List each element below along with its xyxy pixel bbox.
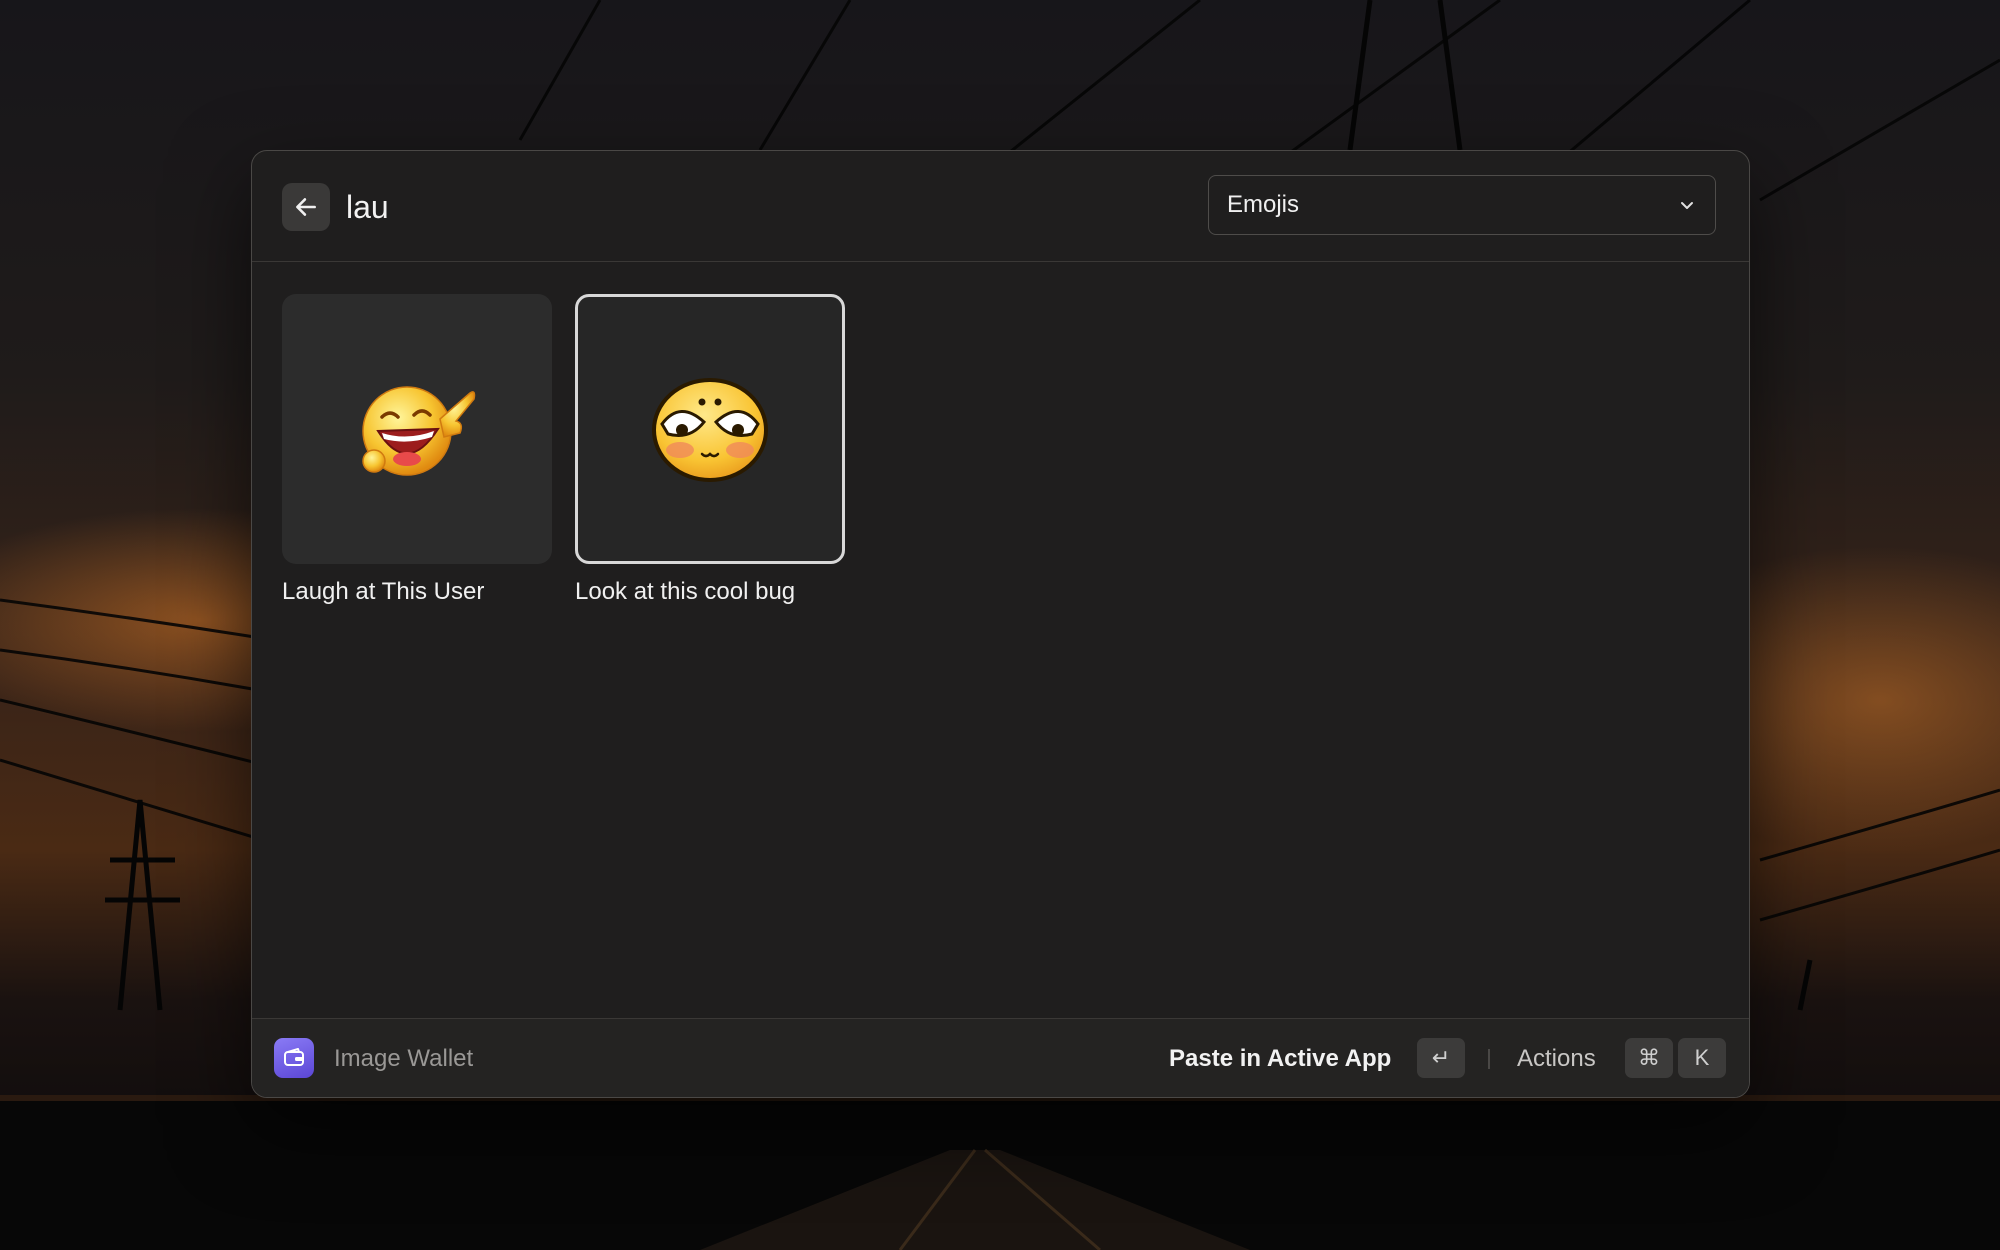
chevron-down-icon xyxy=(1681,202,1693,209)
search-input[interactable] xyxy=(346,179,846,235)
app-name: Image Wallet xyxy=(334,1045,474,1072)
grid-item[interactable]: Laugh at This User xyxy=(282,294,552,606)
actions-button[interactable]: Actions xyxy=(1517,1045,1596,1073)
arrow-left-icon xyxy=(296,198,316,216)
action-bar: Image Wallet Paste in Active App ↵ Actio… xyxy=(252,1018,1749,1097)
item-label: Look at this cool bug xyxy=(575,578,796,605)
divider xyxy=(1488,1049,1490,1069)
image-tile[interactable] xyxy=(282,294,552,564)
command-key-hint: ⌘ xyxy=(1625,1038,1673,1078)
image-wallet-window: Emojis xyxy=(251,150,1750,1098)
dropdown-selected-label: Emojis xyxy=(1227,191,1300,218)
paste-in-active-app-button[interactable]: Paste in Active App xyxy=(1169,1045,1391,1073)
image-tile-selected[interactable] xyxy=(575,294,845,564)
category-dropdown[interactable]: Emojis xyxy=(1208,175,1716,235)
wallet-icon xyxy=(274,1038,314,1078)
blushing-cute-emoji-icon xyxy=(652,378,768,482)
grid-item-selected[interactable]: Look at this cool bug xyxy=(575,294,845,606)
return-key-hint: ↵ xyxy=(1417,1038,1465,1078)
search-bar: Emojis xyxy=(252,151,1749,262)
back-button[interactable] xyxy=(282,183,330,231)
k-key-hint: K xyxy=(1678,1038,1726,1078)
item-label: Laugh at This User xyxy=(282,578,485,605)
laughing-pointing-emoji-icon xyxy=(362,386,476,476)
